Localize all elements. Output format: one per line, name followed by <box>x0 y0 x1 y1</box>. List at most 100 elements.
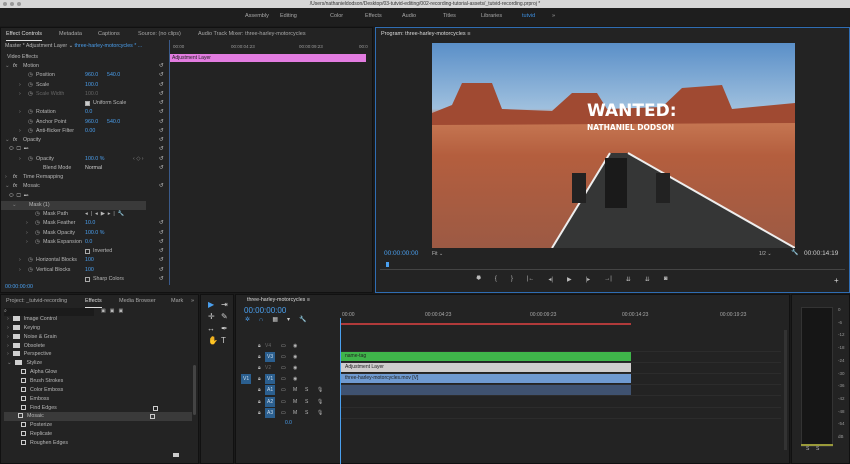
mask-shape-tools[interactable]: ⬭▢✒ <box>9 145 32 154</box>
effect-value[interactable]: 100.0 <box>85 81 98 90</box>
window-controls[interactable] <box>3 2 21 6</box>
stopwatch-icon[interactable]: ◷ <box>28 118 33 127</box>
sync-icon[interactable]: ▭ <box>281 397 286 407</box>
reset-icon[interactable]: ↺ <box>159 118 163 127</box>
effect-value[interactable]: 10.0 <box>85 219 95 228</box>
razor-tool-icon[interactable]: ✎ <box>221 312 228 321</box>
lock-icon[interactable]: 🔒︎ <box>258 341 261 351</box>
sync-icon[interactable]: ▭ <box>281 374 286 384</box>
program-timecode[interactable]: 00:00:00:00 <box>384 250 418 257</box>
slip-tool-icon[interactable]: ↔ <box>207 324 215 333</box>
source-patch-v1[interactable]: V1 <box>241 374 252 384</box>
twirl-toggle[interactable]: › <box>26 229 28 238</box>
effect-controls-timecode[interactable]: 00:00:00:00 <box>5 284 33 290</box>
effect-value[interactable]: 100.0 <box>85 90 98 99</box>
workspace-tab-libraries[interactable]: Libraries <box>481 13 502 19</box>
effect-list-item[interactable]: Color Emboss <box>7 386 195 395</box>
effect-list-item[interactable]: Brush Strokes <box>7 377 195 386</box>
mark-out-icon[interactable]: } <box>511 276 513 286</box>
stopwatch-icon[interactable]: ◷ <box>28 256 33 265</box>
master-clip-selector[interactable]: Master * Adjustment Layer ⌄ three-harley… <box>5 43 142 49</box>
effect-value[interactable]: 100.0 % <box>85 229 104 238</box>
effect-list-item[interactable]: Alpha Glow <box>7 368 195 377</box>
add-button[interactable]: + <box>834 276 839 285</box>
eye-icon[interactable]: ◉ <box>293 374 297 384</box>
reset-icon[interactable]: ↺ <box>159 62 163 71</box>
sync-icon[interactable]: ▭ <box>281 341 286 351</box>
twirl-toggle[interactable]: ⌄ <box>12 201 16 210</box>
playhead[interactable] <box>386 262 389 267</box>
stopwatch-icon[interactable]: ◷ <box>35 210 40 219</box>
effect-value[interactable]: 100 <box>85 266 94 275</box>
reset-icon[interactable]: ↺ <box>159 71 163 80</box>
track-select-tool-icon[interactable]: ⇥ <box>221 300 228 309</box>
reset-icon[interactable]: ↺ <box>159 145 163 154</box>
reset-icon[interactable]: ↺ <box>159 275 163 284</box>
effect-list-item[interactable]: › Image Control <box>7 315 195 324</box>
mask-shape-tools[interactable]: ⬭▢✒ <box>9 192 32 201</box>
solo-button[interactable]: S <box>305 385 308 395</box>
effects-panel-tab-0[interactable]: Project: _tutvid-recording <box>6 295 67 307</box>
workspace-tab-color[interactable]: Color <box>330 13 343 19</box>
overwrite-icon[interactable]: ⇊ <box>645 276 650 286</box>
ripple-edit-tool-icon[interactable]: ✛ <box>208 312 215 321</box>
twirl-toggle[interactable]: › <box>5 173 7 182</box>
effect-list-item[interactable]: Find Edges <box>7 404 195 413</box>
twirl-toggle[interactable]: › <box>26 238 28 247</box>
tab-1[interactable]: Metadata <box>59 28 82 40</box>
lock-icon[interactable]: 🔒︎ <box>258 385 261 395</box>
meter-solo-button[interactable]: S <box>816 446 819 452</box>
reset-icon[interactable]: ↺ <box>159 182 163 191</box>
fx-toggle-icon[interactable]: fx <box>13 182 17 191</box>
reset-icon[interactable]: ↺ <box>159 81 163 90</box>
mute-button[interactable]: M <box>293 408 297 418</box>
new-folder-icon[interactable] <box>173 453 179 457</box>
timeline-clip[interactable]: name-tag <box>341 351 631 361</box>
effect-list-item[interactable]: Posterize <box>7 421 195 430</box>
stopwatch-icon[interactable]: ◷ <box>35 219 40 228</box>
checkbox[interactable] <box>85 276 90 282</box>
filter-icons[interactable]: ▣▣▣ <box>101 308 127 314</box>
pen-tool-icon[interactable]: ✒ <box>221 324 228 333</box>
stopwatch-icon[interactable]: ◷ <box>28 81 33 90</box>
type-tool-icon[interactable]: T <box>221 336 226 345</box>
work-area-bar[interactable] <box>341 323 631 325</box>
reset-icon[interactable]: ↺ <box>159 136 163 145</box>
sequence-tab[interactable]: three-harley-motorcycles ≡ <box>247 297 310 303</box>
eye-icon[interactable]: ◉ <box>293 341 297 351</box>
workspace-more-button[interactable]: » <box>552 13 555 19</box>
reset-icon[interactable]: ↺ <box>159 127 163 136</box>
effect-value[interactable]: 960.0 <box>85 118 98 127</box>
mute-button[interactable]: M <box>293 385 297 395</box>
effect-value[interactable]: 0.0 <box>85 108 92 117</box>
twirl-toggle[interactable]: › <box>7 334 9 340</box>
twirl-toggle[interactable]: › <box>19 81 21 90</box>
track-target[interactable]: V2 <box>265 363 271 373</box>
effect-list-item[interactable]: › Obsolete <box>7 342 195 351</box>
timeline-clip[interactable]: three-harley-motorcycles.mov [V] <box>341 373 631 383</box>
reset-icon[interactable]: ↺ <box>159 238 163 247</box>
effect-list-item[interactable]: Mosaic <box>4 412 192 422</box>
twirl-toggle[interactable]: › <box>7 343 9 349</box>
twirl-toggle[interactable]: › <box>19 108 21 117</box>
keyframe-nav[interactable]: ‹ ◇ › <box>133 155 144 164</box>
track-target[interactable]: V4 <box>265 341 271 351</box>
tab-2[interactable]: Captions <box>98 28 120 40</box>
effect-value[interactable]: 960.0 <box>85 71 98 80</box>
stopwatch-icon[interactable]: ◷ <box>28 108 33 117</box>
mini-ruler[interactable]: 00:00 00:00:04:23 00:00:09:23 00:0 <box>171 44 371 52</box>
program-monitor-tab[interactable]: Program: three-harley-motorcycles ≡ <box>376 28 849 40</box>
export-frame-icon[interactable]: ◙ <box>664 276 668 286</box>
lock-icon[interactable]: 🔒︎ <box>258 397 261 407</box>
twirl-toggle[interactable]: › <box>26 219 28 228</box>
eye-icon[interactable]: ◉ <box>293 352 297 362</box>
audio-clip[interactable] <box>341 385 631 395</box>
tab-4[interactable]: Audio Track Mixer: three-harley-motorcyc… <box>198 28 306 40</box>
effect-value[interactable]: 0.0 <box>85 238 92 247</box>
step-back-icon[interactable]: ◂| <box>548 276 553 286</box>
lock-icon[interactable]: 🔒︎ <box>258 374 261 384</box>
effect-list-item[interactable]: ⌄ Stylize <box>7 359 195 368</box>
effect-value[interactable]: Normal <box>85 164 102 173</box>
track-target[interactable]: A2 <box>265 397 276 407</box>
effect-value[interactable]: 100 <box>85 256 94 265</box>
